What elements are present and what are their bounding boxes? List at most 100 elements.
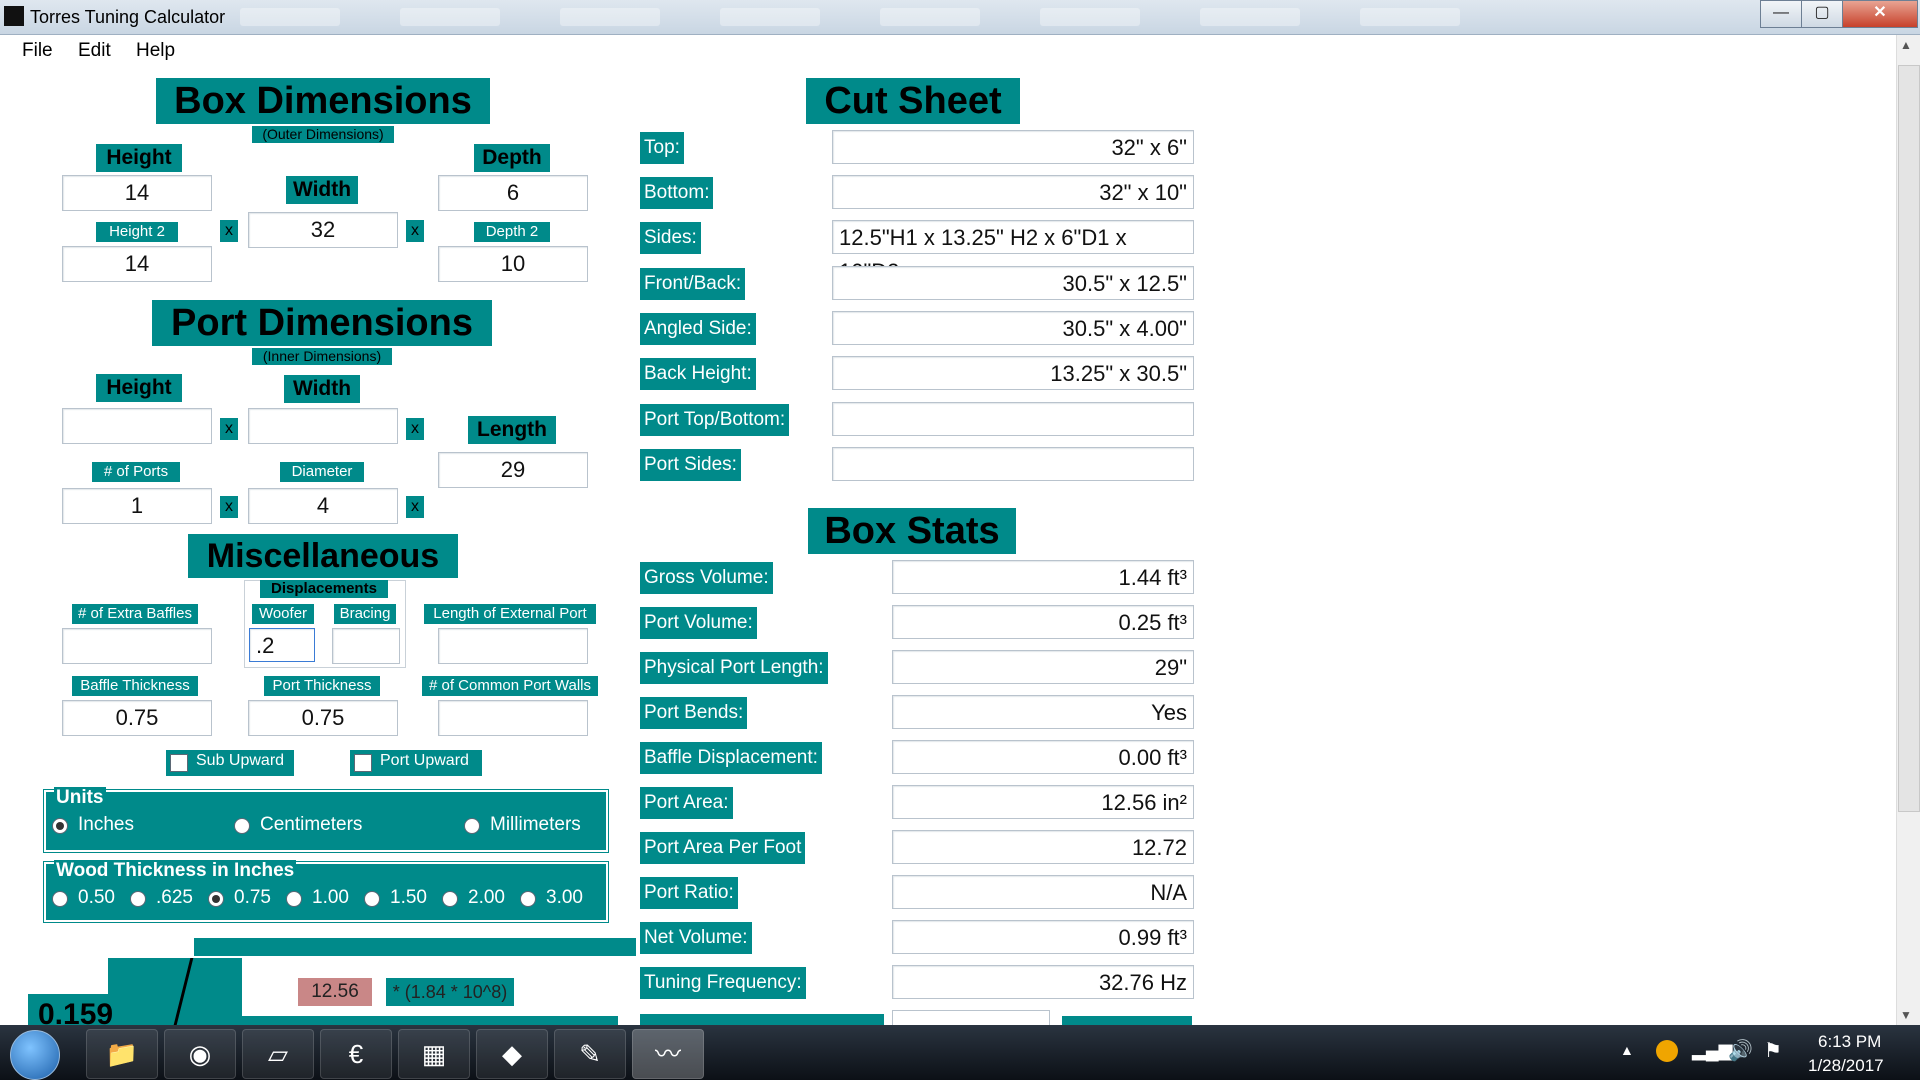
port-length-input[interactable]: 29	[438, 452, 588, 488]
woofer-displacement-input[interactable]: .2	[249, 628, 315, 662]
stat-baffle-displacement-label: Baffle Displacement:	[640, 742, 822, 774]
box-stats-header: Box Stats	[808, 508, 1016, 554]
menu-help[interactable]: Help	[136, 40, 175, 62]
extra-baffles-input[interactable]	[62, 628, 212, 664]
wood-200-radio[interactable]	[442, 891, 458, 907]
multiply-sign: x	[406, 220, 424, 242]
stat-port-volume-value[interactable]: 0.25 ft³	[892, 605, 1194, 639]
common-port-walls-input[interactable]	[438, 700, 588, 736]
stat-net-volume-value[interactable]: 0.99 ft³	[892, 920, 1194, 954]
stat-physical-port-length-value[interactable]: 29"	[892, 650, 1194, 684]
sub-upward-label: Sub Upward	[196, 752, 285, 769]
paint-icon[interactable]: ✎	[554, 1029, 626, 1079]
network-signal-icon[interactable]: ▂▄▆	[1692, 1040, 1732, 1061]
torres-tuning-taskbar-icon[interactable]: 〰	[632, 1029, 704, 1079]
port-upward-checkbox-box[interactable]	[354, 754, 372, 772]
menu-bar	[0, 35, 1920, 67]
box-height2-input[interactable]: 14	[62, 246, 212, 282]
wood-300-radio[interactable]	[520, 891, 536, 907]
scrollbar-thumb[interactable]	[1898, 65, 1920, 812]
formula-multiplier-text: * (1.84 * 10^8)	[386, 978, 514, 1006]
units-millimeters-label: Millimeters	[490, 814, 581, 835]
port-length-label: Length	[468, 416, 556, 444]
stat-port-bends-value[interactable]: Yes	[892, 695, 1194, 729]
port-thickness-input[interactable]: 0.75	[248, 700, 398, 736]
file-explorer-icon[interactable]: 📁	[86, 1029, 158, 1079]
external-port-length-input[interactable]	[438, 628, 588, 664]
cut-back-height-value[interactable]: 13.25" x 30.5"	[832, 356, 1194, 390]
port-width-input[interactable]	[248, 408, 398, 444]
scroll-down-arrow-icon[interactable]: ▼	[1900, 1008, 1912, 1022]
wood-200-label: 2.00	[468, 887, 505, 908]
background-window-ghost	[720, 8, 820, 26]
cut-angled-side-value[interactable]: 30.5" x 4.00"	[832, 311, 1194, 345]
wood-0625-radio[interactable]	[130, 891, 146, 907]
port-diameter-input[interactable]: 4	[248, 488, 398, 524]
background-window-ghost	[400, 8, 500, 26]
cut-sides-value[interactable]: 12.5"H1 x 13.25" H2 x 6"D1 x 10"D2	[832, 220, 1194, 284]
show-hidden-icons-icon[interactable]: ▲	[1620, 1042, 1634, 1058]
calculator-icon[interactable]: ▦	[398, 1029, 470, 1079]
clock-time[interactable]: 6:13 PM	[1818, 1032, 1881, 1052]
tray-app-icon[interactable]	[1656, 1040, 1678, 1062]
clock-date[interactable]: 1/28/2017	[1808, 1056, 1884, 1076]
units-centimeters-radio[interactable]	[234, 818, 250, 834]
background-window-ghost	[1360, 8, 1460, 26]
stat-port-area-per-foot-value[interactable]: 12.72	[892, 830, 1194, 864]
cut-top-value[interactable]: 32" x 6"	[832, 130, 1194, 164]
cut-bottom-value[interactable]: 32" x 10"	[832, 175, 1194, 209]
volume-icon[interactable]: 🔊	[1728, 1038, 1753, 1063]
maximize-button[interactable]: ▢	[1801, 0, 1843, 28]
stat-next-row-label-partial	[640, 1014, 884, 1025]
port-thickness-label: Port Thickness	[264, 676, 380, 696]
background-window-ghost	[240, 8, 340, 26]
wood-050-radio[interactable]	[52, 891, 68, 907]
cut-port-top-bottom-value[interactable]	[832, 402, 1194, 436]
wood-075-radio[interactable]	[208, 891, 224, 907]
sticky-notes-icon[interactable]: ▱	[242, 1029, 314, 1079]
stat-port-area-per-foot-label: Port Area Per Foot	[640, 832, 806, 864]
scroll-up-arrow-icon[interactable]: ▲	[1900, 38, 1912, 52]
stat-gross-volume-value[interactable]: 1.44 ft³	[892, 560, 1194, 594]
miscellaneous-header: Miscellaneous	[188, 534, 458, 578]
menu-file[interactable]: File	[22, 40, 53, 62]
background-window-ghost	[880, 8, 980, 26]
number-of-ports-input[interactable]: 1	[62, 488, 212, 524]
multiply-sign: x	[406, 418, 424, 440]
box-width-label: Width	[286, 176, 358, 204]
chrome-icon[interactable]: ◉	[164, 1029, 236, 1079]
close-button[interactable]: ✕	[1842, 0, 1918, 28]
stat-port-area-value[interactable]: 12.56 in²	[892, 785, 1194, 819]
box-depth2-input[interactable]: 10	[438, 246, 588, 282]
cut-port-sides-value[interactable]	[832, 447, 1194, 481]
port-dimensions-header: Port Dimensions	[152, 300, 492, 346]
bracing-displacement-input[interactable]	[332, 628, 400, 664]
start-button[interactable]	[10, 1030, 60, 1080]
box-height-input[interactable]: 14	[62, 175, 212, 211]
cut-front-back-value[interactable]: 30.5" x 12.5"	[832, 266, 1194, 300]
gem-icon[interactable]: ◆	[476, 1029, 548, 1079]
stat-baffle-displacement-value[interactable]: 0.00 ft³	[892, 740, 1194, 774]
wood-150-radio[interactable]	[364, 891, 380, 907]
multiply-sign: x	[220, 220, 238, 242]
port-width-label: Width	[284, 375, 360, 403]
box-width-input[interactable]: 32	[248, 212, 398, 248]
wood-100-radio[interactable]	[286, 891, 302, 907]
box-depth-input[interactable]: 6	[438, 175, 588, 211]
units-inches-radio[interactable]	[52, 818, 68, 834]
stat-port-ratio-value[interactable]: N/A	[892, 875, 1194, 909]
stat-port-volume-label: Port Volume:	[640, 607, 757, 639]
menu-edit[interactable]: Edit	[78, 40, 111, 62]
sub-upward-checkbox-box[interactable]	[170, 754, 188, 772]
stat-next-row-button-partial[interactable]	[1062, 1016, 1192, 1025]
stat-tuning-frequency-value[interactable]: 32.76 Hz	[892, 965, 1194, 999]
baffle-thickness-input[interactable]: 0.75	[62, 700, 212, 736]
action-center-flag-icon[interactable]: ⚑	[1764, 1038, 1782, 1063]
units-millimeters-radio[interactable]	[464, 818, 480, 834]
background-window-ghost	[1200, 8, 1300, 26]
minimize-button[interactable]: —	[1760, 0, 1802, 28]
port-height-input[interactable]	[62, 408, 212, 444]
cut-port-sides-label: Port Sides:	[640, 449, 741, 481]
units-centimeters-label: Centimeters	[260, 814, 363, 835]
app-e-icon[interactable]: €	[320, 1029, 392, 1079]
